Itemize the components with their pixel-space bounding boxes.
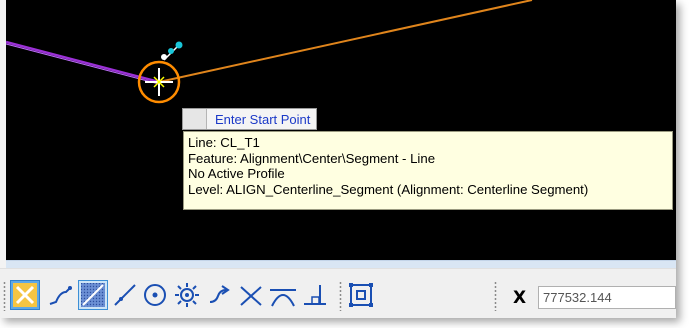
viewport-divider [6,260,676,268]
selected-element-line-highlight [6,43,160,85]
x-coordinate-input[interactable] [538,286,676,309]
center-snap-icon[interactable] [140,280,170,310]
origin-snap-icon[interactable] [172,280,202,310]
tooltip-feature: Feature: Alignment\Center\Segment - Line [188,150,436,166]
command-prompt: Enter Start Point [182,108,318,130]
design-geometry [6,0,533,104]
line-snap-icon[interactable] [110,280,140,310]
element-info-tooltip: Line: CL_T1 Feature: Alignment\Center\Se… [183,131,673,210]
accudraw-snap-toolbar: X [0,268,676,318]
tooltip-profile: No Active Profile [188,166,285,181]
tangent-snap-icon[interactable] [204,280,234,310]
ortho-snap-icon[interactable] [10,280,40,310]
prompt-icon-area [183,109,207,129]
alignment-line[interactable] [158,0,533,83]
nearest-snap-icon[interactable] [78,280,108,310]
keypoint-curve-icon[interactable] [46,280,76,310]
toolbar-grip-handle[interactable] [3,281,6,311]
selected-element-line[interactable] [6,40,160,84]
prompt-message: Enter Start Point [207,109,317,129]
tangent-arc-icon[interactable] [268,280,298,310]
microstation-window: Enter Start Point Line: CL_T1 Feature: A… [0,0,676,318]
tooltip-level: Level: ALIGN_Centerline_Segment (Alignme… [188,181,589,197]
x-coordinate-label: X [513,288,527,308]
intersection-snap-icon[interactable] [236,280,266,310]
drawing-viewport[interactable]: Enter Start Point Line: CL_T1 Feature: A… [6,0,676,260]
accudraw-grip-handle[interactable] [494,281,497,311]
bounding-box-snap-icon[interactable] [346,280,376,310]
element-handle-icon[interactable] [161,41,183,61]
tooltip-line-name: Line: CL_T1 [188,135,260,150]
toolbar-separator-grip [339,281,342,311]
perpendicular-snap-icon[interactable] [300,280,330,310]
